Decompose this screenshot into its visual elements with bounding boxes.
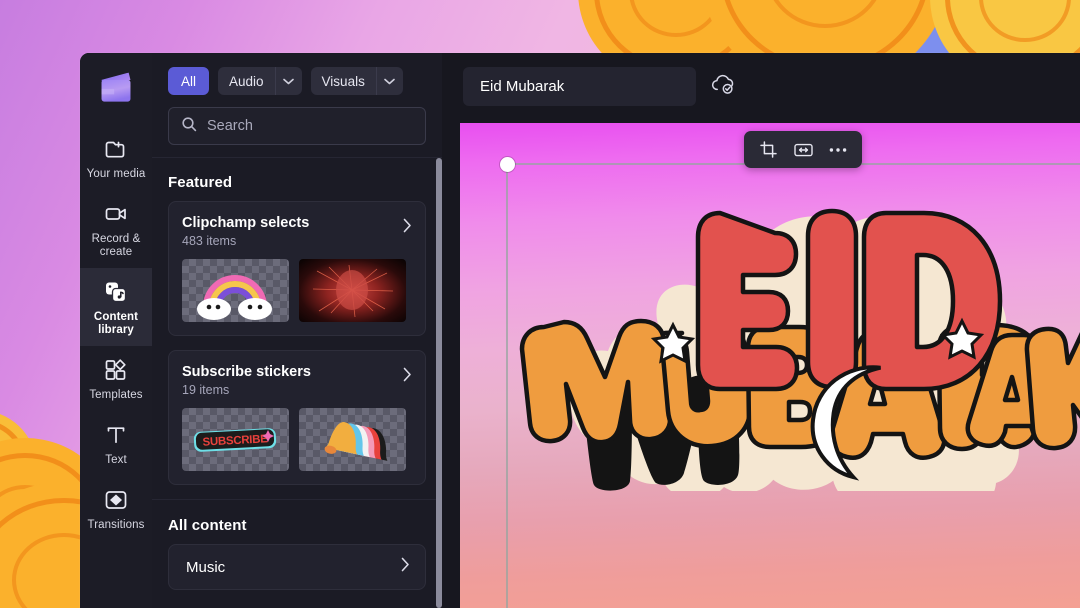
search-icon (181, 116, 197, 137)
chevron-right-icon[interactable] (403, 214, 412, 238)
library-card-clipchamp-selects[interactable]: Clipchamp selects 483 items (168, 201, 426, 336)
clipchamp-window: Your media Record & create Content libra… (80, 53, 1080, 608)
editor-topbar (442, 53, 1080, 119)
media-folder-icon (103, 136, 129, 162)
selection-frame[interactable] (500, 157, 1080, 608)
sidebar-item-label: Record & create (91, 233, 141, 258)
search-input[interactable] (207, 118, 413, 134)
search-bar[interactable] (168, 107, 426, 145)
text-t-icon (103, 422, 129, 448)
sidebar-item-record-create[interactable]: Record & create (80, 190, 152, 268)
fit-width-icon[interactable] (788, 136, 818, 164)
featured-heading: Featured (168, 174, 233, 191)
card-item-count: 19 items (182, 383, 230, 397)
sidebar-item-content-library[interactable]: Content library (80, 268, 152, 346)
chevron-right-icon[interactable] (403, 363, 412, 387)
crop-icon[interactable] (753, 136, 783, 164)
sidebar-item-transitions[interactable]: Transitions (80, 476, 152, 541)
all-content-heading: All content (152, 499, 442, 544)
card-title: Clipchamp selects (182, 215, 310, 231)
filter-all-button[interactable]: All (168, 67, 210, 95)
content-library-panel: All Audio Visuals Search Featured Clipch… (152, 53, 442, 608)
panel-scrollbar[interactable] (435, 158, 442, 608)
filter-audio-group: Audio (218, 67, 302, 95)
chevron-down-icon[interactable] (274, 67, 302, 95)
video-camera-icon (103, 201, 129, 227)
filter-visuals-group: Visuals (310, 67, 403, 95)
filter-chip-row: All Audio Visuals (152, 53, 442, 105)
clipchamp-logo-icon[interactable] (94, 67, 138, 109)
library-row-music[interactable]: Music (168, 544, 426, 590)
more-options-icon[interactable] (823, 136, 853, 164)
row-label: Music (186, 558, 226, 576)
sidebar-nav: Your media Record & create Content libra… (80, 53, 152, 608)
library-scroll-area[interactable]: Featured Clipchamp selects 483 items Sub… (152, 157, 442, 608)
video-canvas[interactable] (460, 123, 1080, 608)
sidebar-item-label: Transitions (87, 519, 145, 531)
sidebar-item-text[interactable]: Text (80, 411, 152, 476)
resize-handle-top-left[interactable] (500, 157, 515, 172)
thumbnail-red-particle-burst-video[interactable] (299, 259, 406, 322)
clip-floating-toolbar (744, 131, 862, 168)
thumbnail-rainbow-clouds-sticker[interactable] (182, 259, 289, 322)
library-card-subscribe-stickers[interactable]: Subscribe stickers 19 items SUBSCRIBE (168, 350, 426, 485)
sidebar-item-label: Templates (89, 389, 143, 401)
card-title: Subscribe stickers (182, 364, 311, 380)
sidebar-item-label: Text (105, 454, 127, 466)
sidebar-item-your-media[interactable]: Your media (80, 125, 152, 190)
sidebar-item-templates[interactable]: Templates (80, 346, 152, 411)
project-name-input[interactable] (463, 66, 696, 106)
video-canvas-wrapper (460, 123, 1080, 608)
filter-audio-button[interactable]: Audio (218, 67, 275, 95)
content-library-icon (103, 279, 129, 305)
card-item-count: 483 items (182, 234, 237, 248)
sidebar-item-label: Your media (86, 168, 146, 180)
chevron-down-icon[interactable] (375, 67, 403, 95)
cloud-saved-check-icon[interactable] (710, 73, 736, 100)
filter-visuals-button[interactable]: Visuals (311, 67, 376, 95)
sidebar-item-label: Content library (93, 311, 139, 336)
thumbnail-subscribe-word-sticker[interactable]: SUBSCRIBE (182, 408, 289, 471)
chevron-right-icon[interactable] (401, 557, 410, 577)
thumbnail-notification-bell-sticker[interactable] (299, 408, 406, 471)
editor-area (442, 53, 1080, 608)
transitions-icon (103, 487, 129, 513)
templates-grid-icon (103, 357, 129, 383)
